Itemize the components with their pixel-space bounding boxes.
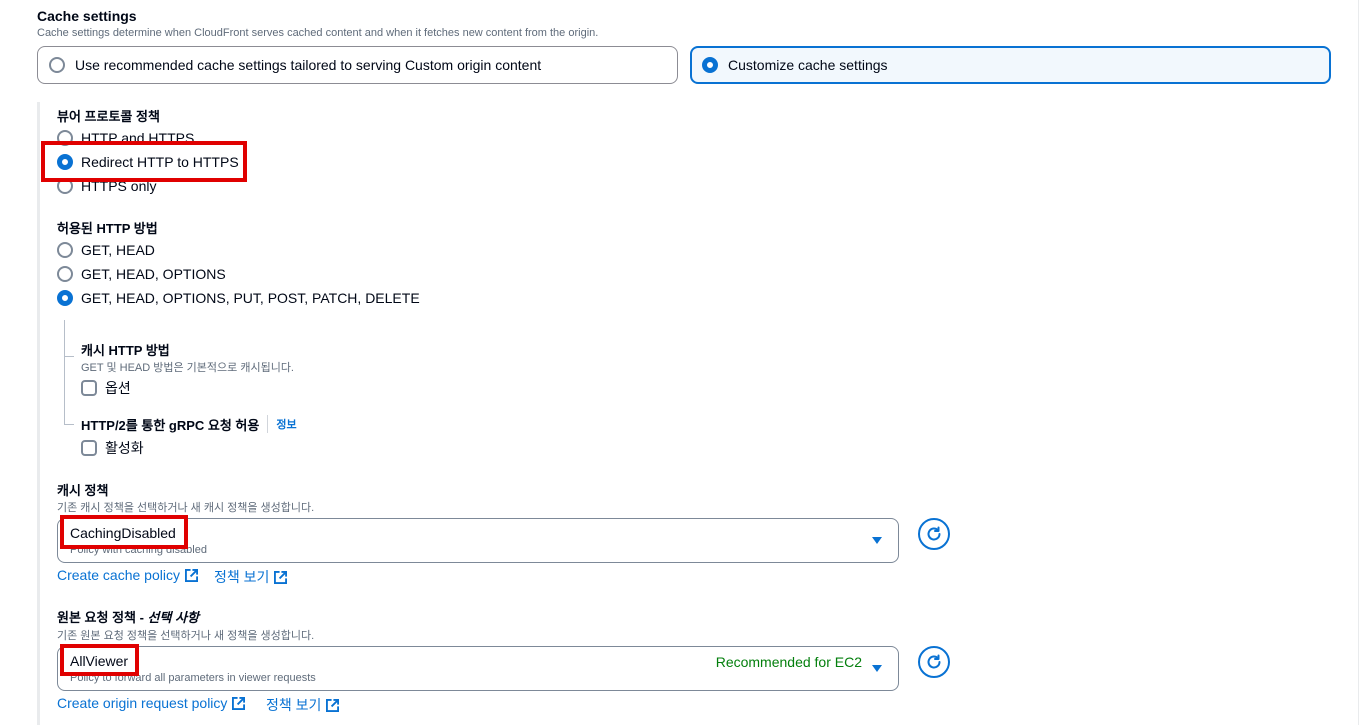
radio-all-methods[interactable] bbox=[57, 290, 73, 306]
origin-request-policy-title-text: 원본 요청 정책 - bbox=[57, 610, 148, 625]
tree-line-branch-1 bbox=[64, 356, 74, 357]
highlight-allviewer bbox=[60, 644, 139, 676]
option-get-head-label: GET, HEAD bbox=[81, 242, 155, 258]
create-cache-policy-link[interactable]: Create cache policy bbox=[57, 567, 198, 583]
tile-customize-settings[interactable]: Customize cache settings bbox=[690, 46, 1331, 84]
tree-line-branch-2 bbox=[64, 424, 74, 425]
tile-customize-label: Customize cache settings bbox=[728, 57, 888, 73]
highlight-caching-disabled bbox=[60, 515, 188, 549]
checkbox-cache-options[interactable]: 옵션 bbox=[81, 378, 131, 398]
allowed-methods-title: 허용된 HTTP 방법 bbox=[57, 221, 158, 236]
cache-settings-description: Cache settings determine when CloudFront… bbox=[37, 27, 599, 39]
page-right-border bbox=[1358, 0, 1359, 725]
grpc-title: HTTP/2를 통한 gRPC 요청 허용 bbox=[81, 417, 260, 433]
cache-policy-description: 기존 캐시 정책을 선택하거나 새 캐시 정책을 생성합니다. bbox=[57, 502, 315, 514]
option-get-head-options-label: GET, HEAD, OPTIONS bbox=[81, 266, 226, 282]
refresh-origin-request-policy-button[interactable] bbox=[918, 646, 950, 678]
tile-recommended-settings[interactable]: Use recommended cache settings tailored … bbox=[37, 46, 678, 84]
recommended-badge: Recommended for EC2 bbox=[715, 654, 862, 670]
viewer-protocol-title: 뷰어 프로토콜 정책 bbox=[57, 109, 160, 124]
cache-policy-title: 캐시 정책 bbox=[57, 483, 109, 498]
refresh-cache-policy-button[interactable] bbox=[918, 518, 950, 550]
info-separator bbox=[267, 415, 269, 433]
origin-request-policy-title: 원본 요청 정책 - 선택 사항 bbox=[57, 607, 199, 626]
option-all-methods-label: GET, HEAD, OPTIONS, PUT, POST, PATCH, DE… bbox=[81, 290, 420, 306]
option-get-head-options[interactable]: GET, HEAD, OPTIONS bbox=[57, 264, 226, 284]
origin-request-policy-select[interactable]: AllViewer Policy to forward all paramete… bbox=[57, 646, 899, 691]
checkbox-enable[interactable] bbox=[81, 440, 97, 456]
option-get-head[interactable]: GET, HEAD bbox=[57, 240, 155, 260]
external-link-icon bbox=[274, 570, 288, 584]
tile-recommended-label: Use recommended cache settings tailored … bbox=[75, 57, 542, 73]
cached-methods-description: GET 및 HEAD 방법은 기본적으로 캐시됩니다. bbox=[81, 362, 294, 374]
view-origin-request-policy-link[interactable]: 정책 보기 bbox=[266, 695, 340, 715]
view-cache-policy-link[interactable]: 정책 보기 bbox=[214, 567, 288, 587]
create-origin-request-policy-link[interactable]: Create origin request policy bbox=[57, 695, 246, 711]
caret-down-icon bbox=[872, 665, 882, 672]
caret-down-icon bbox=[872, 537, 882, 544]
external-link-icon bbox=[232, 696, 246, 710]
option-all-methods[interactable]: GET, HEAD, OPTIONS, PUT, POST, PATCH, DE… bbox=[57, 288, 420, 308]
radio-get-head-options[interactable] bbox=[57, 266, 73, 282]
create-cache-policy-label: Create cache policy bbox=[57, 567, 180, 583]
radio-get-head[interactable] bbox=[57, 242, 73, 258]
checkbox-enable-label: 활성화 bbox=[105, 440, 144, 456]
checkbox-options-label: 옵션 bbox=[105, 380, 131, 396]
expanded-section-bar bbox=[37, 102, 40, 725]
view-origin-request-policy-label: 정책 보기 bbox=[266, 697, 322, 713]
origin-request-policy-description: 기존 원본 요청 정책을 선택하거나 새 정책을 생성합니다. bbox=[57, 630, 315, 642]
view-cache-policy-label: 정책 보기 bbox=[214, 569, 270, 585]
checkbox-grpc-enable[interactable]: 활성화 bbox=[81, 438, 144, 458]
grpc-header: HTTP/2를 통한 gRPC 요청 허용 정보 bbox=[81, 414, 297, 434]
create-origin-request-policy-label: Create origin request policy bbox=[57, 695, 228, 711]
tree-line-vertical bbox=[64, 320, 65, 424]
external-link-icon bbox=[326, 698, 340, 712]
cached-methods-title: 캐시 HTTP 방법 bbox=[81, 343, 170, 358]
origin-request-policy-optional: 선택 사항 bbox=[147, 610, 199, 625]
radio-recommended-settings[interactable] bbox=[49, 57, 65, 73]
cache-settings-title: Cache settings bbox=[37, 8, 137, 24]
highlight-redirect-https bbox=[41, 141, 247, 182]
refresh-icon bbox=[927, 526, 941, 541]
grpc-info-link[interactable]: 정보 bbox=[276, 416, 296, 432]
external-link-icon bbox=[184, 568, 198, 582]
radio-customize-settings[interactable] bbox=[702, 57, 718, 73]
refresh-icon bbox=[927, 654, 941, 669]
checkbox-options[interactable] bbox=[81, 380, 97, 396]
